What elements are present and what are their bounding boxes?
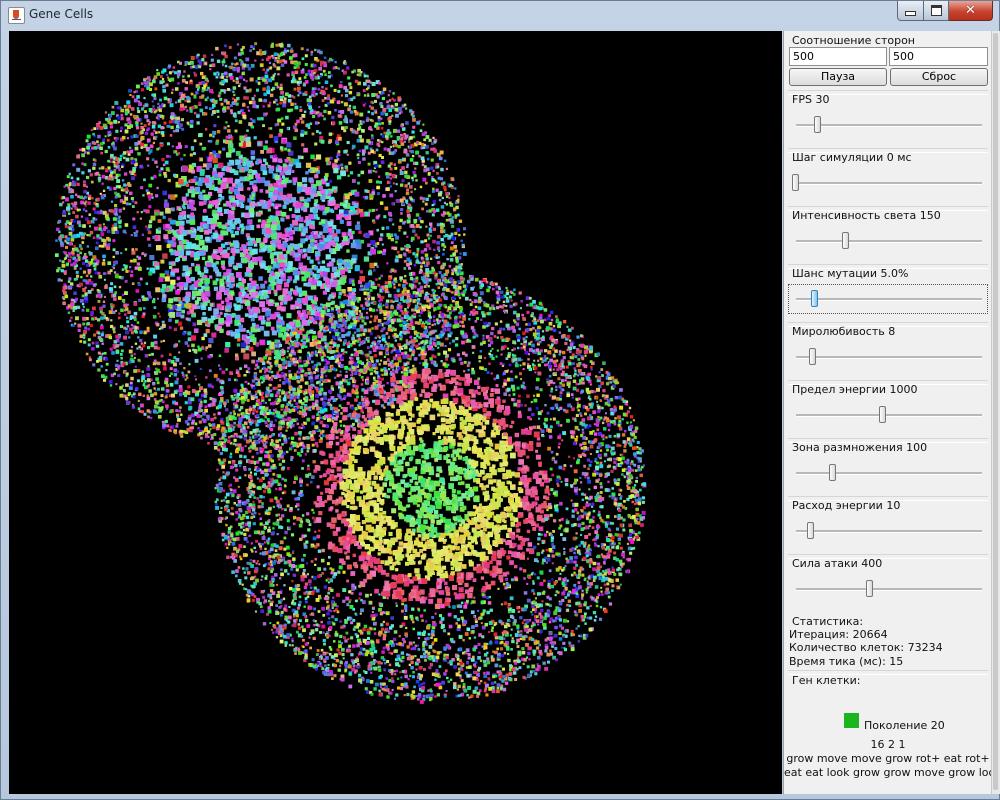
aspect-ratio-label: Соотношение сторон <box>792 34 915 47</box>
slider-track[interactable] <box>796 240 982 243</box>
aspect-height-input[interactable]: 500 <box>889 47 988 66</box>
pause-button[interactable]: Пауза <box>789 68 887 86</box>
window-title: Gene Cells <box>29 7 94 21</box>
energy-limit-slider[interactable] <box>788 400 988 430</box>
peacefulness-slider[interactable] <box>788 342 988 372</box>
fps-label: FPS 30 <box>792 93 830 106</box>
iteration-stat: Итерация: 20664 <box>789 628 888 641</box>
attack-power-slider[interactable] <box>788 574 988 604</box>
slider-track[interactable] <box>796 414 982 417</box>
light-intensity-label: Интенсивность света 150 <box>792 209 941 222</box>
aspect-width-input[interactable]: 500 <box>789 47 887 66</box>
mutation-chance-label: Шанс мутации 5.0% <box>792 267 909 280</box>
slider-knob[interactable] <box>810 290 818 307</box>
breeding-zone-slider[interactable] <box>788 458 988 488</box>
sim-step-label: Шаг симуляции 0 мс <box>792 151 912 164</box>
mutation-chance-slider[interactable] <box>788 284 988 314</box>
title-bar[interactable]: Gene Cells ✕ <box>1 1 999 29</box>
simulation-canvas[interactable] <box>9 31 782 794</box>
minimize-icon <box>905 11 916 16</box>
sim-step-slider[interactable] <box>788 168 988 198</box>
reset-button[interactable]: Сброс <box>890 68 988 86</box>
slider-track[interactable] <box>796 124 982 127</box>
slider-track[interactable] <box>796 356 982 359</box>
control-panel: Соотношение сторон 500 500 Пауза Сброс F… <box>783 31 1000 794</box>
energy-consumption-slider[interactable] <box>788 516 988 546</box>
app-window: Gene Cells ✕ Соотношение сторон 500 500 … <box>0 0 1000 800</box>
slider-knob[interactable] <box>808 348 816 365</box>
peacefulness-label: Миролюбивость 8 <box>792 325 896 338</box>
slider-knob[interactable] <box>866 580 874 597</box>
attack-power-label: Сила атаки 400 <box>792 557 883 570</box>
energy-limit-label: Предел энергии 1000 <box>792 383 918 396</box>
gene-color-swatch <box>844 713 859 728</box>
fps-slider[interactable] <box>788 110 988 140</box>
close-button[interactable]: ✕ <box>949 1 993 21</box>
slider-knob[interactable] <box>842 232 850 249</box>
stats-title: Статистика: <box>792 615 864 628</box>
slider-knob[interactable] <box>829 464 837 481</box>
slider-knob[interactable] <box>792 174 799 191</box>
slider-track[interactable] <box>796 588 982 591</box>
maximize-button[interactable] <box>924 1 949 21</box>
java-app-icon <box>8 7 25 24</box>
breeding-zone-label: Зона размножения 100 <box>792 441 928 454</box>
gene-numbers: 16 2 1 <box>870 738 906 751</box>
light-intensity-slider[interactable] <box>788 226 988 256</box>
cell-count-stat: Количество клеток: 73234 <box>789 641 943 654</box>
close-icon: ✕ <box>965 3 976 18</box>
slider-knob[interactable] <box>814 116 822 133</box>
slider-track[interactable] <box>796 182 982 185</box>
slider-knob[interactable] <box>806 522 814 539</box>
gene-sequence-line-2: eat eat look grow grow move grow look <box>784 766 1000 779</box>
cell-colonies <box>55 42 647 704</box>
slider-track[interactable] <box>796 472 982 475</box>
slider-track[interactable] <box>796 530 982 533</box>
maximize-icon <box>930 5 942 16</box>
generation-label: Поколение 20 <box>864 719 945 732</box>
panel-scrollbar[interactable] <box>991 31 1000 794</box>
slider-knob[interactable] <box>879 406 887 423</box>
gene-sequence-line-1: grow move move grow rot+ eat rot+ <box>786 752 990 765</box>
gene-title: Ген клетки: <box>792 674 861 687</box>
energy-consumption-label: Расход энергии 10 <box>792 499 901 512</box>
tick-time-stat: Время тика (мс): 15 <box>789 655 904 668</box>
minimize-button[interactable] <box>897 1 924 21</box>
scrollbar-thumb[interactable] <box>993 33 998 790</box>
slider-track[interactable] <box>796 298 982 301</box>
